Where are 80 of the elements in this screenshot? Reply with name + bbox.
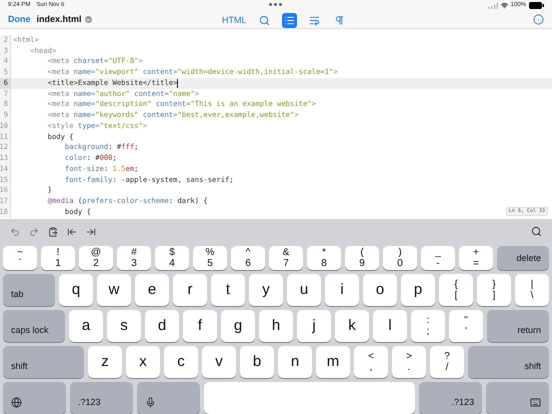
key[interactable]: .?123 [419, 382, 482, 414]
key[interactable]: o [363, 274, 397, 306]
key[interactable]: q [59, 274, 93, 306]
key[interactable]: .?123 [70, 382, 133, 414]
key[interactable]: ( 9 [345, 246, 379, 270]
key[interactable]: p [401, 274, 435, 306]
key[interactable]: i [325, 274, 359, 306]
key[interactable]: j [297, 310, 331, 342]
list-button[interactable] [282, 13, 296, 28]
key[interactable]: a [69, 310, 103, 342]
key[interactable]: t [211, 274, 245, 306]
key[interactable]: return [487, 310, 549, 342]
key[interactable]: $ 4 [155, 246, 189, 270]
battery-icon [529, 2, 544, 9]
key[interactable]: > . [392, 346, 426, 378]
redo-icon[interactable] [29, 226, 39, 236]
language-button[interactable]: HTML [222, 14, 246, 28]
key[interactable]: y [249, 274, 283, 306]
microphone-icon [144, 397, 156, 408]
key[interactable]: _ - [421, 246, 455, 270]
key[interactable]: ~ ` [3, 246, 37, 270]
key[interactable]: & 7 [269, 246, 303, 270]
indent-icon[interactable] [86, 226, 96, 236]
search-icon [258, 15, 270, 26]
chevron-down-icon [84, 16, 92, 23]
key[interactable]: shift [3, 346, 84, 378]
key[interactable]: s [107, 310, 141, 342]
key[interactable]: u [287, 274, 321, 306]
key[interactable]: caps lock [3, 310, 65, 342]
key[interactable]: { [ [439, 274, 473, 306]
key[interactable]: | \ [515, 274, 549, 306]
key[interactable]: w [97, 274, 131, 306]
key[interactable]: z [88, 346, 122, 378]
key[interactable]: m [316, 346, 350, 378]
ellipsis-icon [533, 14, 544, 25]
file-name: index.html [36, 12, 82, 26]
key[interactable]: ^ 6 [231, 246, 265, 270]
key[interactable]: ) 0 [383, 246, 417, 270]
signal-icon [488, 2, 498, 8]
search-icon[interactable] [531, 226, 542, 237]
pilcrow-icon [334, 15, 344, 26]
wrap-text-icon [308, 15, 320, 26]
key[interactable]: + = [459, 246, 493, 270]
key[interactable]: x [126, 346, 160, 378]
multitasking-dots-icon [269, 3, 282, 6]
key[interactable]: * 8 [307, 246, 341, 270]
key[interactable]: } ] [477, 274, 511, 306]
wifi-icon [500, 2, 508, 9]
key[interactable]: v [202, 346, 236, 378]
paste-icon[interactable] [48, 226, 58, 236]
key[interactable]: n [278, 346, 312, 378]
key[interactable]: shift [468, 346, 549, 378]
key[interactable]: : ; [411, 310, 445, 342]
key[interactable]: " ' [449, 310, 483, 342]
key[interactable]: k [335, 310, 369, 342]
outdent-icon[interactable] [67, 226, 77, 236]
key[interactable]: < , [354, 346, 388, 378]
undo-icon[interactable] [10, 226, 20, 236]
key[interactable]: % 5 [193, 246, 227, 270]
globe-icon [11, 397, 22, 408]
key[interactable]: delete [497, 246, 549, 270]
keyboard-icon [530, 397, 542, 408]
key[interactable]: ? / [430, 346, 464, 378]
key[interactable]: d [145, 310, 179, 342]
key[interactable]: @ 2 [79, 246, 113, 270]
key[interactable]: g [221, 310, 255, 342]
key[interactable]: r [173, 274, 207, 306]
key[interactable]: # 3 [117, 246, 151, 270]
key[interactable]: l [373, 310, 407, 342]
key[interactable]: b [240, 346, 274, 378]
text-cursor [177, 78, 178, 88]
globe-key[interactable] [3, 382, 66, 414]
key[interactable]: h [259, 310, 293, 342]
key[interactable]: ! 1 [41, 246, 75, 270]
done-button[interactable]: Done [8, 12, 30, 26]
key[interactable]: tab [3, 274, 55, 306]
more-button[interactable] [533, 14, 544, 25]
key[interactable]: f [183, 310, 217, 342]
key[interactable]: c [164, 346, 198, 378]
key[interactable]: e [135, 274, 169, 306]
